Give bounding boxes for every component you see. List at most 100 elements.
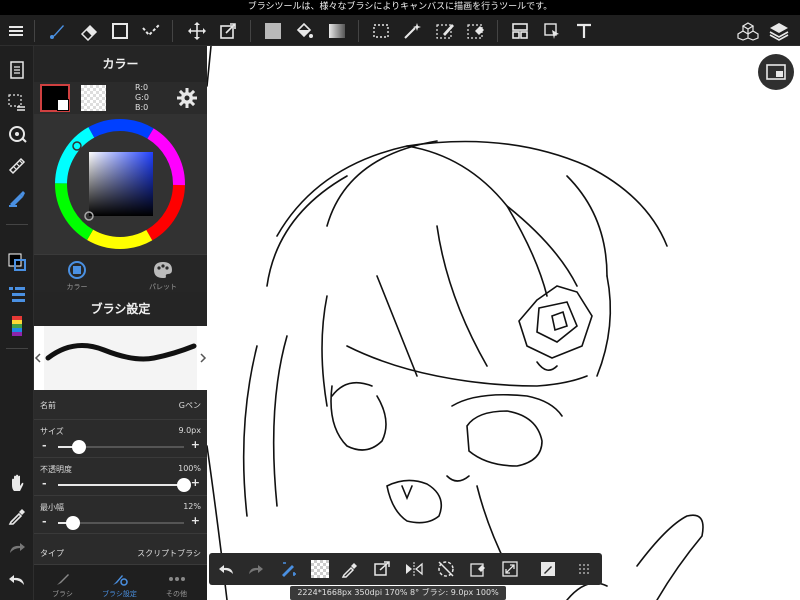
side-panel: カラー R:0 G:0 B:0 カラー パレット ブラシ設定 名前 Gペン サイ… xyxy=(34,46,207,600)
brush-opacity-value: 100% xyxy=(178,464,201,473)
brush-type-row[interactable]: タイプ スクリプトブラシ xyxy=(34,540,207,564)
left-tool-rail xyxy=(0,46,34,600)
gear-icon[interactable] xyxy=(176,87,198,109)
ruler-icon[interactable] xyxy=(3,152,31,180)
fill-color-icon[interactable] xyxy=(260,18,286,44)
brush-name-row[interactable]: 名前 Gペン xyxy=(34,390,207,420)
hand-icon[interactable] xyxy=(3,470,31,498)
min-width-slider-thumb[interactable] xyxy=(66,516,81,530)
quick-color-icon[interactable] xyxy=(535,556,561,582)
rail-divider xyxy=(6,348,28,349)
toolbar-divider xyxy=(34,20,35,42)
tab-color-label: カラー xyxy=(66,283,88,291)
tab-other[interactable]: その他 xyxy=(148,567,205,599)
toolbar-divider xyxy=(358,20,359,42)
frame-icon[interactable] xyxy=(507,18,533,44)
transform-icon[interactable] xyxy=(215,18,241,44)
color-wheel-area xyxy=(34,114,207,254)
opacity-decrease-button[interactable]: - xyxy=(42,477,47,490)
3d-icon[interactable] xyxy=(735,18,761,44)
brush-panel-title: ブラシ設定 xyxy=(34,292,207,326)
drawing-canvas[interactable] xyxy=(207,46,800,600)
rectangle-icon[interactable] xyxy=(107,18,133,44)
tab-palette[interactable]: パレット xyxy=(120,257,206,291)
stabilizer-icon[interactable] xyxy=(275,556,301,582)
move-icon[interactable] xyxy=(184,18,210,44)
min-width-decrease-button[interactable]: - xyxy=(42,515,47,528)
layers-icon[interactable] xyxy=(766,18,792,44)
size-slider-thumb[interactable] xyxy=(72,440,87,454)
size-slider[interactable] xyxy=(58,440,184,454)
main-toolbar xyxy=(0,15,800,46)
select-pen-icon[interactable] xyxy=(432,18,458,44)
size-increase-button[interactable]: + xyxy=(191,438,200,451)
tab-brush[interactable]: ブラシ xyxy=(34,567,91,599)
brush-icon[interactable] xyxy=(44,18,70,44)
transform-quick-icon[interactable] xyxy=(369,556,395,582)
grip-icon[interactable] xyxy=(571,556,597,582)
canvas-info-bar: 2224*1668px 350dpi 170% 8° ブラシ: 9.0px 10… xyxy=(290,586,506,600)
reference-window-button[interactable] xyxy=(758,54,794,90)
select-rect-icon[interactable] xyxy=(368,18,394,44)
brush-name-label: 名前 xyxy=(40,401,56,410)
fit-screen-icon[interactable] xyxy=(497,556,523,582)
undo-icon[interactable] xyxy=(213,556,239,582)
brush-opacity-label: 不透明度 xyxy=(40,465,72,474)
status-bar: ブラシツールは、様々なブラシによりキャンバスに描画を行うツールです。 xyxy=(0,0,800,15)
brush-min-width-row: 最小幅 12% - + xyxy=(34,496,207,534)
brush-type-label: タイプ xyxy=(40,549,64,558)
foreground-color-swatch[interactable] xyxy=(40,84,70,112)
panel-bottom-tabs: ブラシ ブラシ設定 その他 xyxy=(34,564,207,600)
transparent-color-icon[interactable] xyxy=(307,556,333,582)
color-panel-title: カラー xyxy=(34,46,207,82)
brush-size-label: サイズ xyxy=(40,427,64,436)
palette-bar-icon[interactable] xyxy=(3,312,31,340)
min-width-slider[interactable] xyxy=(58,516,184,530)
tab-color[interactable]: カラー xyxy=(34,257,120,291)
opacity-slider-thumb[interactable] xyxy=(177,478,191,492)
rotate-view-icon[interactable] xyxy=(3,120,31,148)
background-color-swatch[interactable] xyxy=(81,85,106,111)
bucket-icon[interactable] xyxy=(291,18,317,44)
selection-menu-icon[interactable] xyxy=(3,88,31,116)
eyedropper-icon[interactable] xyxy=(3,502,31,530)
brush-type-value: スクリプトブラシ xyxy=(137,549,201,558)
toolbar-divider xyxy=(497,20,498,42)
clear-layer-icon[interactable] xyxy=(465,556,491,582)
color-wheel[interactable] xyxy=(34,114,207,254)
redo-icon[interactable] xyxy=(243,556,269,582)
gradient-icon[interactable] xyxy=(324,18,350,44)
flip-horizontal-icon[interactable] xyxy=(401,556,427,582)
tab-brush-settings-label: ブラシ設定 xyxy=(102,590,137,598)
layer-list-icon[interactable] xyxy=(3,280,31,308)
color-swatch-icon[interactable] xyxy=(3,248,31,276)
brush-size-value: 9.0px xyxy=(178,426,201,435)
pages-icon[interactable] xyxy=(3,56,31,84)
eyedropper-quick-icon[interactable] xyxy=(337,556,363,582)
tab-brush-label: ブラシ xyxy=(52,590,73,598)
rgb-g-value: G:0 xyxy=(135,93,149,102)
canvas-info-text: 2224*1668px 350dpi 170% 8° ブラシ: 9.0px 10… xyxy=(297,588,499,597)
opacity-increase-button[interactable]: + xyxy=(191,476,200,489)
rotate-reset-icon[interactable] xyxy=(433,556,459,582)
opacity-slider[interactable] xyxy=(58,478,191,492)
text-icon[interactable] xyxy=(571,18,597,44)
eraser-icon[interactable] xyxy=(76,18,102,44)
snap-icon[interactable] xyxy=(3,184,31,212)
redo-rail-icon[interactable] xyxy=(3,534,31,562)
select-eraser-icon[interactable] xyxy=(463,18,489,44)
magic-wand-icon[interactable] xyxy=(399,18,425,44)
brush-size-row: サイズ 9.0px - + xyxy=(34,420,207,458)
window-icon xyxy=(766,64,786,80)
tab-other-label: その他 xyxy=(166,590,187,598)
line-art xyxy=(207,46,704,600)
undo-rail-icon[interactable] xyxy=(3,566,31,594)
dot-icon[interactable] xyxy=(138,18,164,44)
min-width-increase-button[interactable]: + xyxy=(191,514,200,527)
rgb-b-value: B:0 xyxy=(135,103,149,112)
status-message: ブラシツールは、様々なブラシによりキャンバスに描画を行うツールです。 xyxy=(247,2,553,12)
size-decrease-button[interactable]: - xyxy=(42,439,47,452)
operation-icon[interactable] xyxy=(539,18,565,44)
tab-brush-settings[interactable]: ブラシ設定 xyxy=(91,567,148,599)
menu-icon[interactable] xyxy=(3,18,29,44)
